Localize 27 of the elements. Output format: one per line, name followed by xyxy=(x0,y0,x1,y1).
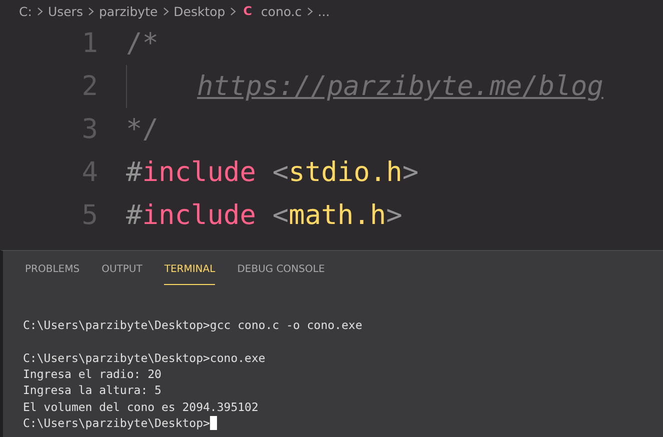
c-file-icon: C xyxy=(243,4,252,18)
code-line: https://parzibyte.me/blog xyxy=(126,65,604,108)
chevron-icon xyxy=(88,6,94,16)
terminal-line: Ingresa el radio: 20 xyxy=(23,367,162,382)
code-line: */ xyxy=(126,113,159,147)
panel-tab[interactable]: TERMINAL xyxy=(164,261,216,285)
terminal-line: C:\Users\parzibyte\Desktop>gcc cono.c -o cono.exe xyxy=(23,318,362,332)
code-line: /* xyxy=(126,27,159,61)
breadcrumb-item[interactable]: cono.c xyxy=(261,4,302,18)
breadcrumb-item[interactable]: C: xyxy=(19,4,32,18)
chevron-icon xyxy=(230,6,236,16)
breadcrumb-item[interactable]: Desktop xyxy=(174,4,226,18)
chevron-icon xyxy=(306,6,313,16)
breadcrumb-item[interactable]: parzibyte xyxy=(98,4,158,18)
code-line: #include <math.h> xyxy=(126,199,402,233)
breadcrumb-item[interactable]: ... xyxy=(318,4,330,18)
chevron-icon xyxy=(36,6,43,16)
panel-tab[interactable]: PROBLEMS xyxy=(25,261,80,285)
panel-tab[interactable]: DEBUG CONSOLE xyxy=(237,261,325,285)
code-line: #include <stdio.h> xyxy=(126,156,419,190)
terminal-line: Ingresa la altura: 5 xyxy=(23,383,162,398)
terminal-line: C:\Users\parzibyte\Desktop> xyxy=(23,416,210,430)
terminal-line: El volumen del cono es 2094.395102 xyxy=(23,400,258,414)
chevron-icon xyxy=(162,6,169,16)
breadcrumb-item[interactable]: Users xyxy=(48,4,83,18)
panel-tab[interactable]: OUTPUT xyxy=(102,261,142,285)
terminal-line: C:\Users\parzibyte\Desktop>cono.exe xyxy=(23,350,266,365)
